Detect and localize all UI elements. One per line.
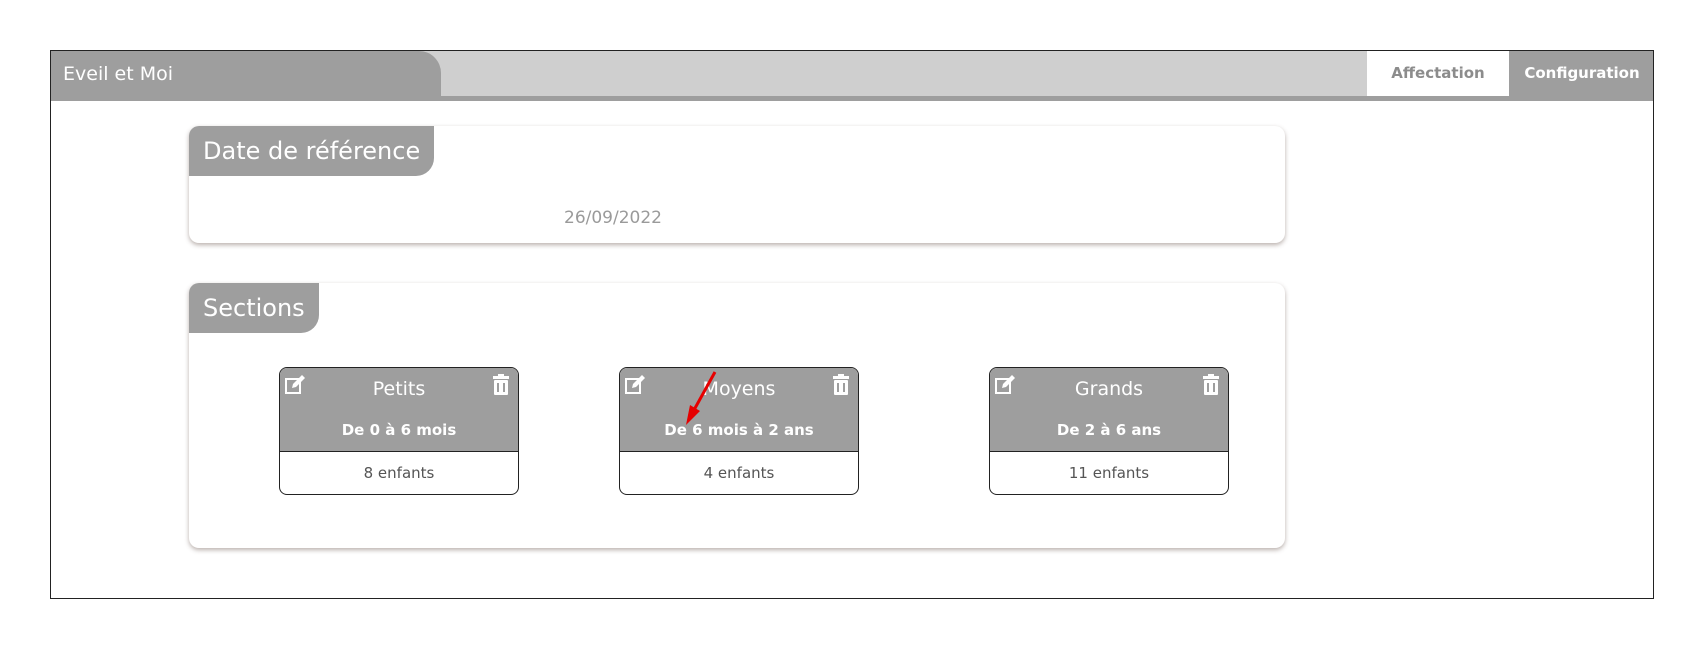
trash-icon[interactable] (490, 374, 512, 396)
section-age-range: De 6 mois à 2 ans (664, 421, 814, 439)
section-card-moyens[interactable]: Moyens De 6 mois à 2 ans 4 enfants (619, 367, 859, 495)
app-title: Eveil et Moi (51, 51, 441, 101)
sections-card: Sections Petits De 0 à 6 mois 8 enfants (189, 283, 1285, 548)
section-age-range: De 0 à 6 mois (341, 421, 457, 439)
section-children-count: 8 enfants (363, 464, 435, 482)
section-name: Petits (372, 378, 426, 400)
section-header: Petits De 0 à 6 mois (280, 368, 518, 452)
trash-icon[interactable] (1200, 374, 1222, 396)
section-header: Grands De 2 à 6 ans (990, 368, 1228, 452)
trash-icon[interactable] (830, 374, 852, 396)
tab-affectation[interactable]: Affectation (1367, 51, 1509, 96)
section-children-count: 4 enfants (703, 464, 775, 482)
tab-configuration[interactable]: Configuration (1509, 51, 1653, 96)
section-age-range: De 2 à 6 ans (1056, 421, 1162, 439)
section-card-grands[interactable]: Grands De 2 à 6 ans 11 enfants (989, 367, 1229, 495)
sections-title: Sections (189, 283, 319, 333)
section-card-petits[interactable]: Petits De 0 à 6 mois 8 enfants (279, 367, 519, 495)
reference-date-value[interactable]: 26/09/2022 (564, 208, 662, 228)
section-header: Moyens De 6 mois à 2 ans (620, 368, 858, 452)
reference-date-title: Date de référence (189, 126, 435, 176)
reference-date-card: Date de référence 26/09/2022 (189, 126, 1285, 243)
section-name: Grands (1074, 378, 1144, 400)
section-name: Moyens (702, 378, 776, 400)
section-children-count: 11 enfants (1068, 464, 1150, 482)
top-bar: Eveil et Moi Affectation Configuration (51, 51, 1653, 101)
